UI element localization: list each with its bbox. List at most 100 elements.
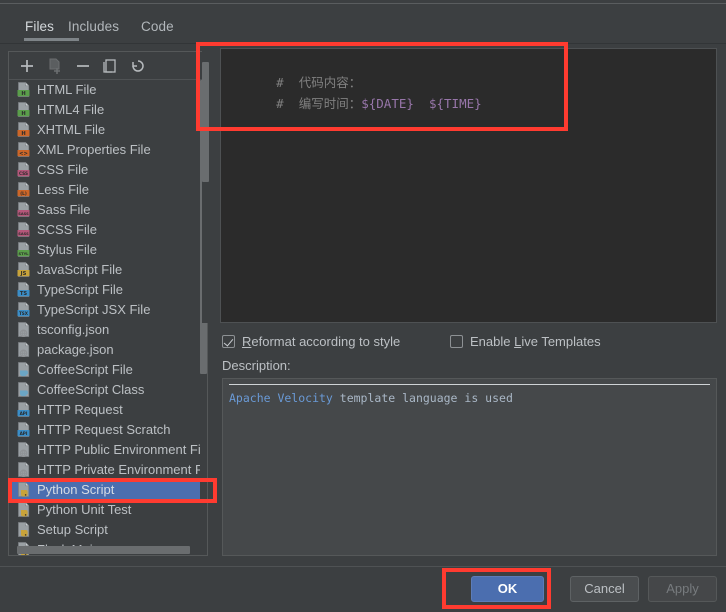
description-label: Description: [222, 358, 291, 373]
svg-text:API: API [20, 410, 28, 415]
list-item-label: HTML File [37, 82, 97, 97]
coffeescript-icon [17, 381, 31, 397]
python-file-icon [17, 501, 31, 517]
tab-files[interactable]: Files [25, 16, 54, 38]
live-templates-label-pre: Enable [470, 334, 515, 349]
list-item[interactable]: H HTML4 File [9, 100, 207, 120]
javascript-file-icon: JS [17, 261, 31, 277]
template-list-horizontal-scrollbar[interactable] [17, 546, 197, 554]
json-file-icon [17, 321, 31, 337]
svg-text:SASS: SASS [18, 231, 29, 235]
list-item[interactable]: TS TypeScript File [9, 280, 207, 300]
list-item[interactable]: CoffeeScript Class [9, 380, 207, 400]
duplicate-icon[interactable] [100, 56, 120, 76]
copy-plus-icon[interactable] [45, 56, 65, 76]
list-item-label: JavaScript File [37, 262, 123, 277]
scss-file-icon: SASS [17, 221, 31, 237]
description-text-rest: template language is used [332, 391, 513, 405]
svg-text:SASS: SASS [18, 211, 29, 215]
live-templates-checkbox[interactable] [450, 335, 463, 348]
list-item[interactable]: STYL Stylus File [9, 240, 207, 260]
list-item[interactable]: Setup Script [9, 520, 207, 540]
ok-button[interactable]: OK [471, 576, 544, 602]
svg-text:H: H [21, 90, 25, 96]
list-item[interactable]: HTTP Public Environment File [9, 440, 207, 460]
typescript-file-icon: TS [17, 281, 31, 297]
html-file-icon: H [17, 81, 31, 97]
list-item-label: package.json [37, 342, 114, 357]
template-list[interactable]: H HTML File H HTML4 File H XHTML File <> XML Pr… [9, 80, 207, 555]
apache-velocity-link[interactable]: Apache Velocity [229, 391, 333, 405]
svg-text:<>: <> [19, 150, 28, 156]
template-code-editor[interactable]: # 代码内容： # 编写时间：${DATE} ${TIME} [220, 48, 717, 323]
list-item[interactable]: SASS SCSS File [9, 220, 207, 240]
cancel-button[interactable]: Cancel [570, 576, 639, 602]
tab-code[interactable]: Code [141, 16, 174, 38]
list-item[interactable]: API HTTP Request [9, 400, 207, 420]
list-item[interactable]: SASS Sass File [9, 200, 207, 220]
svg-text:JS: JS [20, 270, 27, 276]
code-variable-date: ${DATE} [361, 96, 414, 111]
list-item-label: HTML4 File [37, 102, 105, 117]
list-item-label: Setup Script [37, 522, 108, 537]
list-item[interactable]: Python Script [9, 480, 207, 500]
list-item-label: Python Script [37, 482, 115, 497]
list-item[interactable]: H XHTML File [9, 120, 207, 140]
stylus-file-icon: STYL [17, 241, 31, 257]
list-item-label: HTTP Request Scratch [37, 422, 171, 437]
list-item[interactable]: Python Unit Test [9, 500, 207, 520]
description-text: Apache Velocity template language is use… [229, 391, 513, 405]
coffeescript-icon [17, 361, 31, 377]
list-item[interactable]: HTTP Private Environment File [9, 460, 207, 480]
list-item[interactable]: (L) Less File [9, 180, 207, 200]
list-item-label: HTTP Request [37, 402, 123, 417]
xml-file-icon: <> [17, 141, 31, 157]
list-item-label: CoffeeScript Class [37, 382, 145, 397]
list-item[interactable]: <> XML Properties File [9, 140, 207, 160]
tab-bar: Files Includes Code [0, 4, 726, 44]
tab-includes[interactable]: Includes [68, 16, 119, 38]
list-item-label: tsconfig.json [37, 322, 110, 337]
scrollbar-thumb-horizontal[interactable] [17, 546, 190, 554]
file-and-code-templates-dialog: Files Includes Code H HTML File H HTML4 … [0, 0, 726, 612]
list-item[interactable]: CoffeeScript File [9, 360, 207, 380]
xhtml-file-icon: H [17, 121, 31, 137]
editor-vertical-scrollbar[interactable] [202, 48, 209, 323]
svg-text:API: API [20, 430, 28, 435]
http-request-icon: API [17, 401, 31, 417]
template-list-toolbar [9, 52, 207, 80]
list-item[interactable]: TSX TypeScript JSX File [9, 300, 207, 320]
description-box: Apache Velocity template language is use… [222, 378, 717, 556]
list-item[interactable]: H HTML File [9, 80, 207, 100]
svg-text:H: H [21, 110, 25, 116]
http-env-icon [17, 441, 31, 457]
apply-button[interactable]: Apply [648, 576, 717, 602]
svg-text:STYL: STYL [19, 251, 30, 255]
reformat-mnemonic: R [242, 334, 252, 349]
remove-template-button[interactable] [73, 56, 93, 76]
list-item[interactable]: package.json [9, 340, 207, 360]
list-item[interactable]: API HTTP Request Scratch [9, 420, 207, 440]
list-item-label: HTTP Public Environment File [37, 442, 207, 457]
list-item-label: XML Properties File [37, 142, 151, 157]
editor-scrollbar-thumb[interactable] [202, 62, 209, 182]
live-templates-checkbox-label[interactable]: Enable Live Templates [470, 333, 601, 351]
list-item-label: CSS File [37, 162, 89, 177]
python-file-icon [17, 481, 31, 497]
tab-selected-indicator [24, 38, 79, 41]
reformat-label-rest: eformat according to style [251, 334, 401, 349]
undo-icon[interactable] [127, 56, 147, 76]
live-templates-label-rest: ive Templates [521, 334, 601, 349]
json-file-icon [17, 341, 31, 357]
description-top-rule [229, 384, 710, 385]
reformat-checkbox-label[interactable]: Reformat according to style [242, 333, 400, 351]
list-item-label: Less File [37, 182, 90, 197]
reformat-checkbox[interactable] [222, 335, 235, 348]
list-item[interactable]: CSS CSS File [9, 160, 207, 180]
list-item[interactable]: tsconfig.json [9, 320, 207, 340]
html4-file-icon: H [17, 101, 31, 117]
list-item[interactable]: JS JavaScript File [9, 260, 207, 280]
add-template-button[interactable] [17, 56, 37, 76]
list-item-label: HTTP Private Environment File [37, 462, 207, 477]
code-comment-2: # 编写时间： [276, 96, 362, 111]
